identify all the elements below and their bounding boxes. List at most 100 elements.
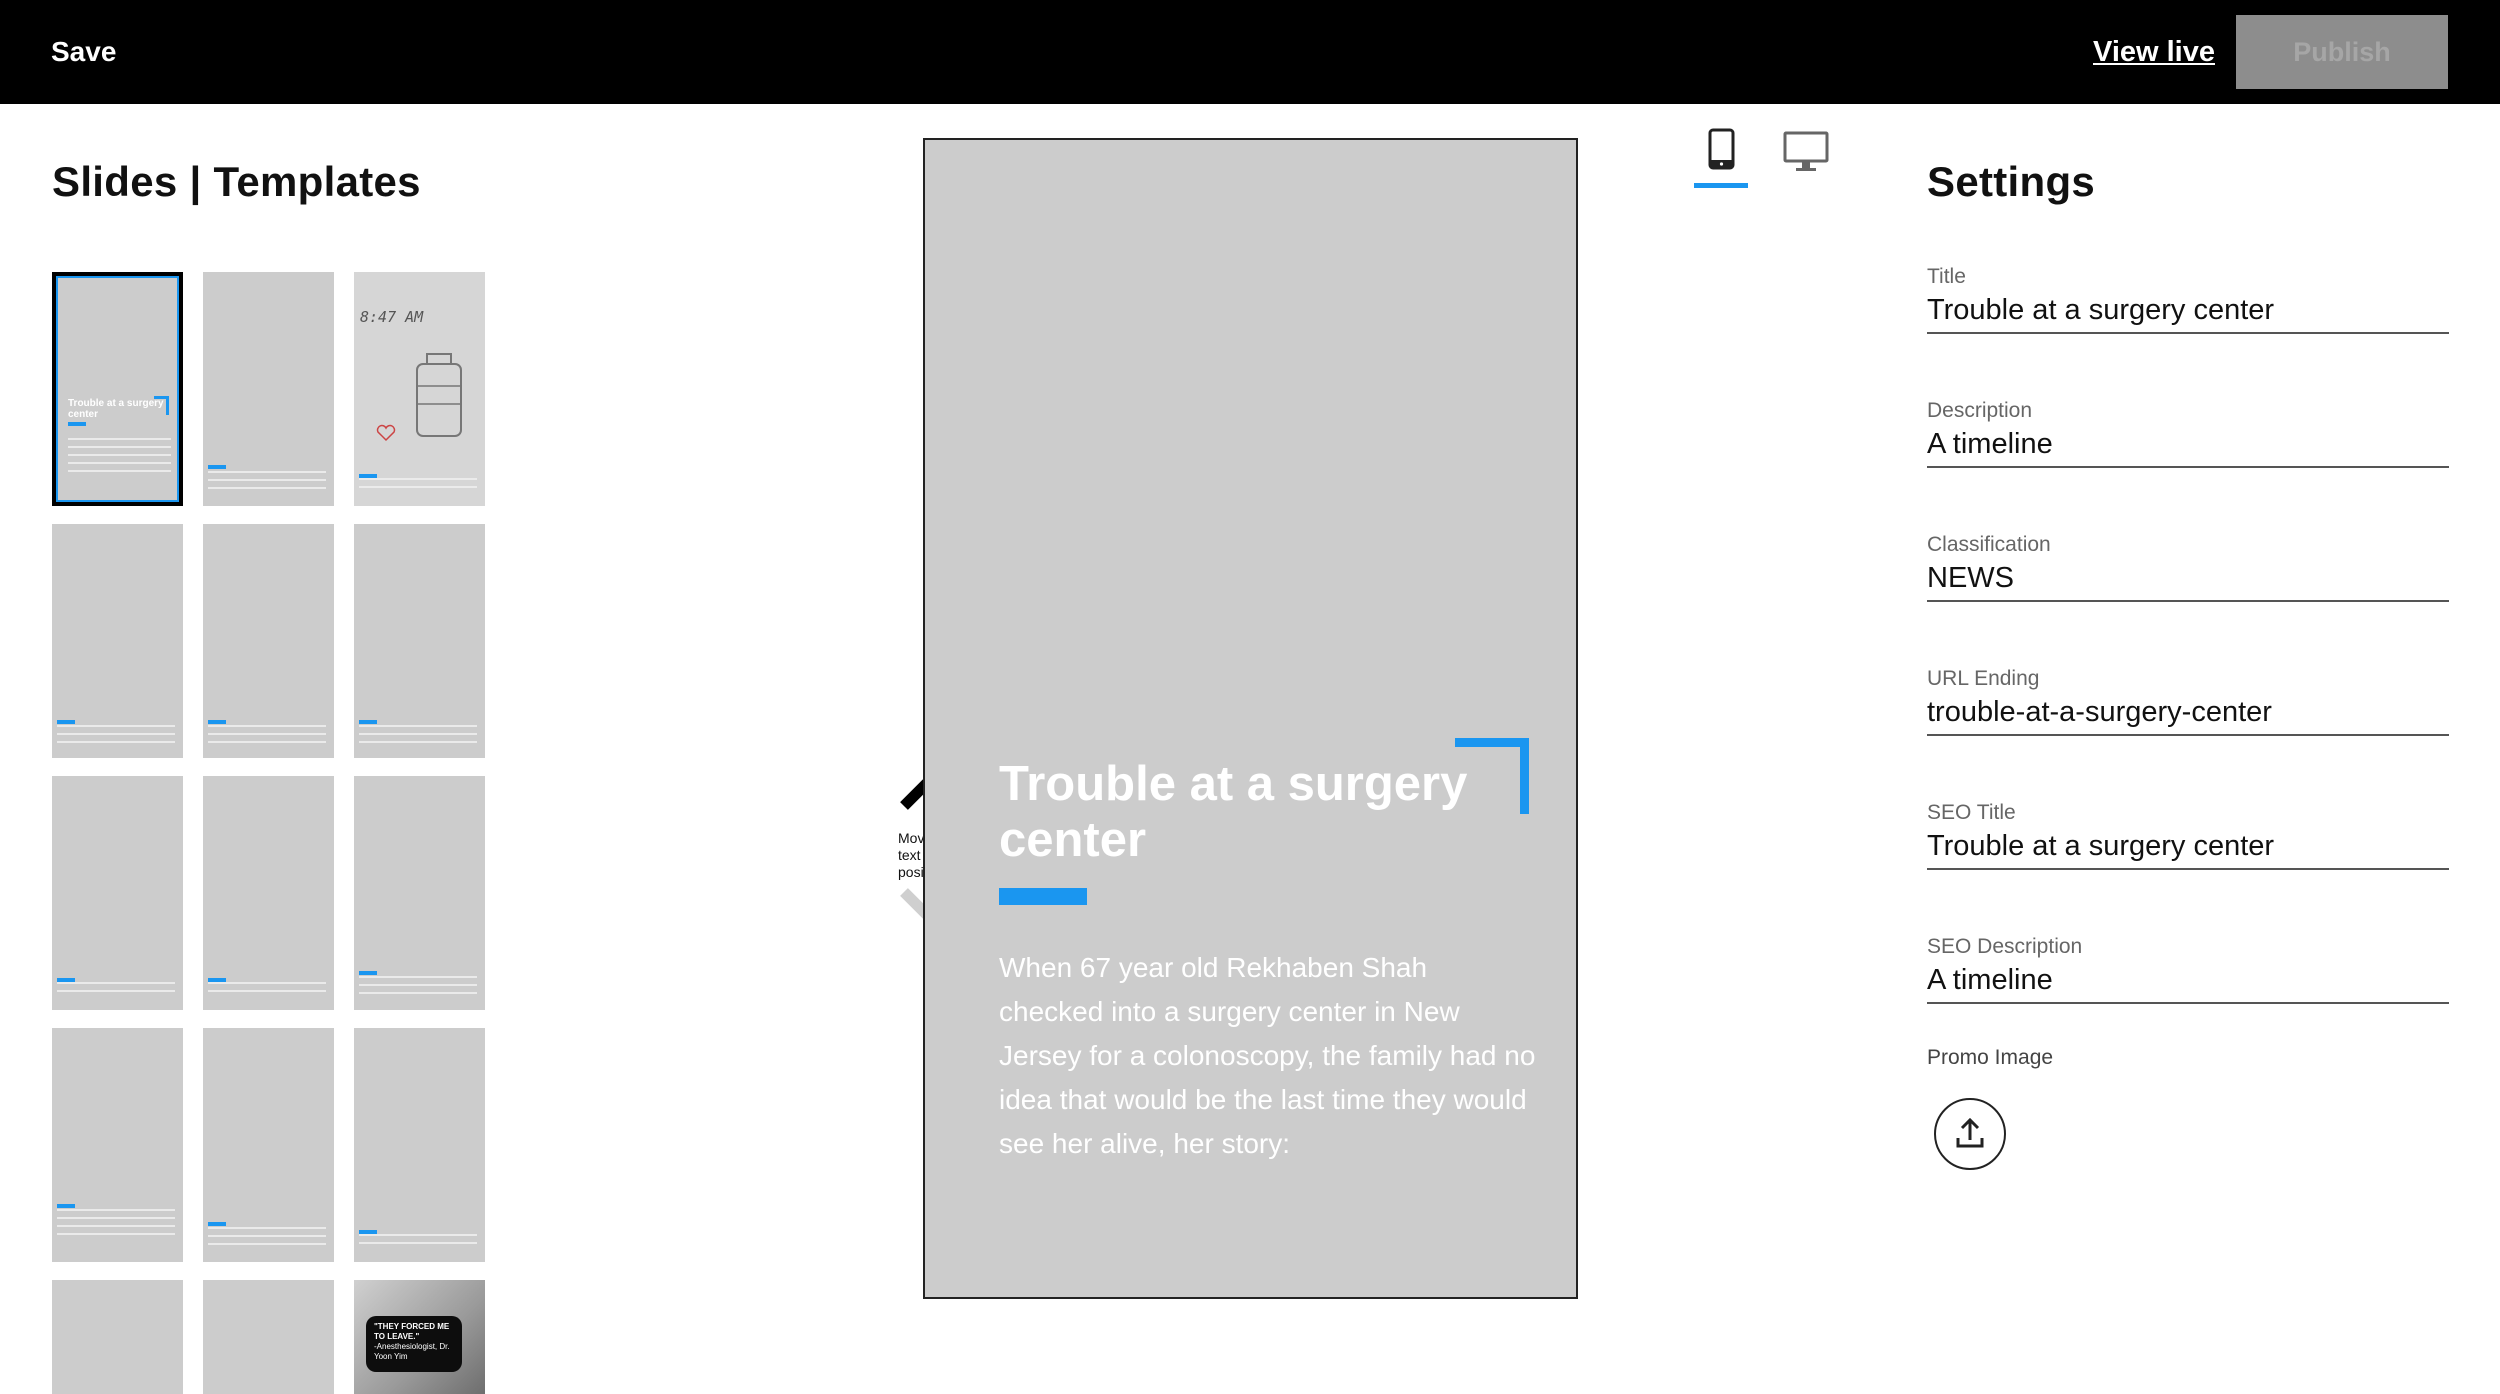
slides-templates-heading: Slides | Templates [52, 158, 421, 205]
quote-bubble-text: "THEY FORCED ME TO LEAVE." [374, 1322, 450, 1341]
slide-thumbnail-text-line [57, 725, 175, 727]
upload-icon [1956, 1117, 1984, 1148]
top-bar: Save View live Publish [0, 0, 2500, 104]
slide-thumbnail-text-line [208, 1235, 326, 1237]
slide-thumbnail-text-line [68, 470, 171, 472]
url-ending-field-label: URL Ending [1927, 667, 2040, 690]
slide-thumbnail-text-line [208, 725, 326, 727]
classification-input[interactable]: NEWS [1927, 558, 2449, 602]
desktop-icon [1783, 131, 1829, 171]
slide-thumbnail-text-line [359, 486, 477, 488]
slide-thumbnail-text-line [208, 741, 326, 743]
slide-thumbnail-text-line [359, 1242, 477, 1244]
slide-thumbnail-text-line [57, 990, 175, 992]
story-title[interactable]: Trouble at a surgery center [999, 756, 1519, 868]
slide-thumbnail[interactable] [203, 272, 334, 506]
slide-thumbnail-text-line [57, 1233, 175, 1235]
slide-thumbnail-text-line [68, 462, 171, 464]
slide-thumbnail-text-line [359, 733, 477, 735]
seo-title-field-label: SEO Title [1927, 801, 2016, 824]
slide-thumbnail-text-line [359, 976, 477, 978]
title-input[interactable]: Trouble at a surgery center [1927, 290, 2449, 334]
slide-thumbnail[interactable] [203, 524, 334, 758]
slide-thumbnail-text-line [57, 733, 175, 735]
slide-thumbnail[interactable]: "THEY FORCED ME TO LEAVE." -Anesthesiolo… [354, 1280, 485, 1394]
slide-thumbnail-text-line [68, 438, 171, 440]
slide-thumbnail-bracket [154, 396, 169, 415]
save-button[interactable]: Save [51, 30, 116, 74]
description-input[interactable]: A timeline [1927, 424, 2449, 468]
url-ending-input[interactable]: trouble-at-a-surgery-center [1927, 692, 2449, 736]
slide-thumbnail-text-line [359, 478, 477, 480]
slide-thumbnail[interactable] [203, 1028, 334, 1262]
slide-thumbnail[interactable] [354, 524, 485, 758]
clock-illustration-text: 8:47 AM [360, 308, 424, 326]
slide-thumbnail-text-line [208, 990, 326, 992]
classification-field-label: Classification [1927, 533, 2051, 556]
slide-thumbnail-text-line [208, 733, 326, 735]
medicine-vial-icon [416, 353, 462, 437]
slide-thumbnail-text-line [208, 1243, 326, 1245]
description-field-label: Description [1927, 399, 2033, 422]
url-ending-field: URL Ending trouble-at-a-surgery-center [1927, 666, 2449, 736]
phone-icon [1708, 128, 1735, 170]
promo-image-label: Promo Image [1927, 1046, 2054, 1069]
settings-heading: Settings [1927, 158, 2096, 205]
view-live-link[interactable]: View live [2093, 30, 2215, 74]
slide-thumbnail-text-line [359, 984, 477, 986]
slide-thumbnail-text-line [57, 1217, 175, 1219]
seo-description-field: SEO Description A timeline [1927, 934, 2449, 1004]
title-field: Title Trouble at a surgery center [1927, 264, 2449, 334]
promo-image-upload-button[interactable] [1934, 1098, 2006, 1170]
slide-thumbnail-title: Trouble at a surgery center [68, 398, 164, 420]
phone-view-toggle[interactable] [1694, 126, 1748, 188]
seo-title-field: SEO Title Trouble at a surgery center [1927, 800, 2449, 870]
story-body-text[interactable]: When 67 year old Rekhaben Shah checked i… [999, 946, 1539, 1166]
slide-thumbnail-accent [208, 1222, 226, 1226]
publish-button[interactable]: Publish [2236, 15, 2448, 89]
slide-thumbnail[interactable]: Trouble at a surgery center [52, 272, 183, 506]
title-accent-bar [999, 888, 1087, 905]
slide-thumbnail[interactable] [354, 1028, 485, 1262]
slide-thumbnail-text-line [208, 982, 326, 984]
slide-thumbnail-accent [208, 720, 226, 724]
slide-thumbnail-accent [57, 720, 75, 724]
slide-thumbnail[interactable] [203, 1280, 334, 1394]
classification-field: Classification NEWS [1927, 532, 2449, 602]
seo-title-input[interactable]: Trouble at a surgery center [1927, 826, 2449, 870]
slide-thumbnail-accent [68, 422, 86, 426]
slide-thumbnail-accent [57, 1204, 75, 1208]
slide-thumbnail-text-line [359, 1234, 477, 1236]
slide-thumbnail-text-line [359, 725, 477, 727]
heart-icon [376, 424, 396, 442]
slide-thumbnail[interactable]: 8:47 AM [354, 272, 485, 506]
slide-thumbnail[interactable] [354, 776, 485, 1010]
seo-description-field-label: SEO Description [1927, 935, 2083, 958]
slide-thumbnail-text-line [57, 741, 175, 743]
slide-thumbnail-text-line [57, 982, 175, 984]
slide-thumbnail[interactable] [52, 1028, 183, 1262]
slide-thumbnail[interactable] [52, 776, 183, 1010]
slide-thumbnail-text-line [68, 446, 171, 448]
slide-thumbnail-accent [359, 720, 377, 724]
slide-thumbnail-accent [208, 465, 226, 469]
title-field-label: Title [1927, 265, 1966, 288]
slide-thumbnail-text-line [208, 471, 326, 473]
slide-thumbnail-text-line [57, 1209, 175, 1211]
quote-bubble-attribution: -Anesthesiologist, Dr. Yoon Yim [374, 1342, 450, 1361]
slide-preview: Trouble at a surgery center When 67 year… [923, 138, 1578, 1299]
quote-bubble: "THEY FORCED ME TO LEAVE." -Anesthesiolo… [366, 1316, 462, 1372]
desktop-view-toggle[interactable] [1782, 128, 1830, 176]
seo-description-input[interactable]: A timeline [1927, 960, 2449, 1004]
description-field: Description A timeline [1927, 398, 2449, 468]
slide-thumbnail[interactable] [52, 1280, 183, 1394]
slide-thumbnail[interactable] [52, 524, 183, 758]
slide-thumbnail-text-line [208, 487, 326, 489]
slide-thumbnail-text-line [68, 454, 171, 456]
slide-thumbnail-text-line [359, 992, 477, 994]
slide-thumbnail[interactable] [203, 776, 334, 1010]
active-view-indicator [1694, 183, 1748, 188]
slide-thumbnail-text-line [208, 1227, 326, 1229]
slide-thumbnail-text-line [57, 1225, 175, 1227]
slide-thumbnail-accent [359, 971, 377, 975]
